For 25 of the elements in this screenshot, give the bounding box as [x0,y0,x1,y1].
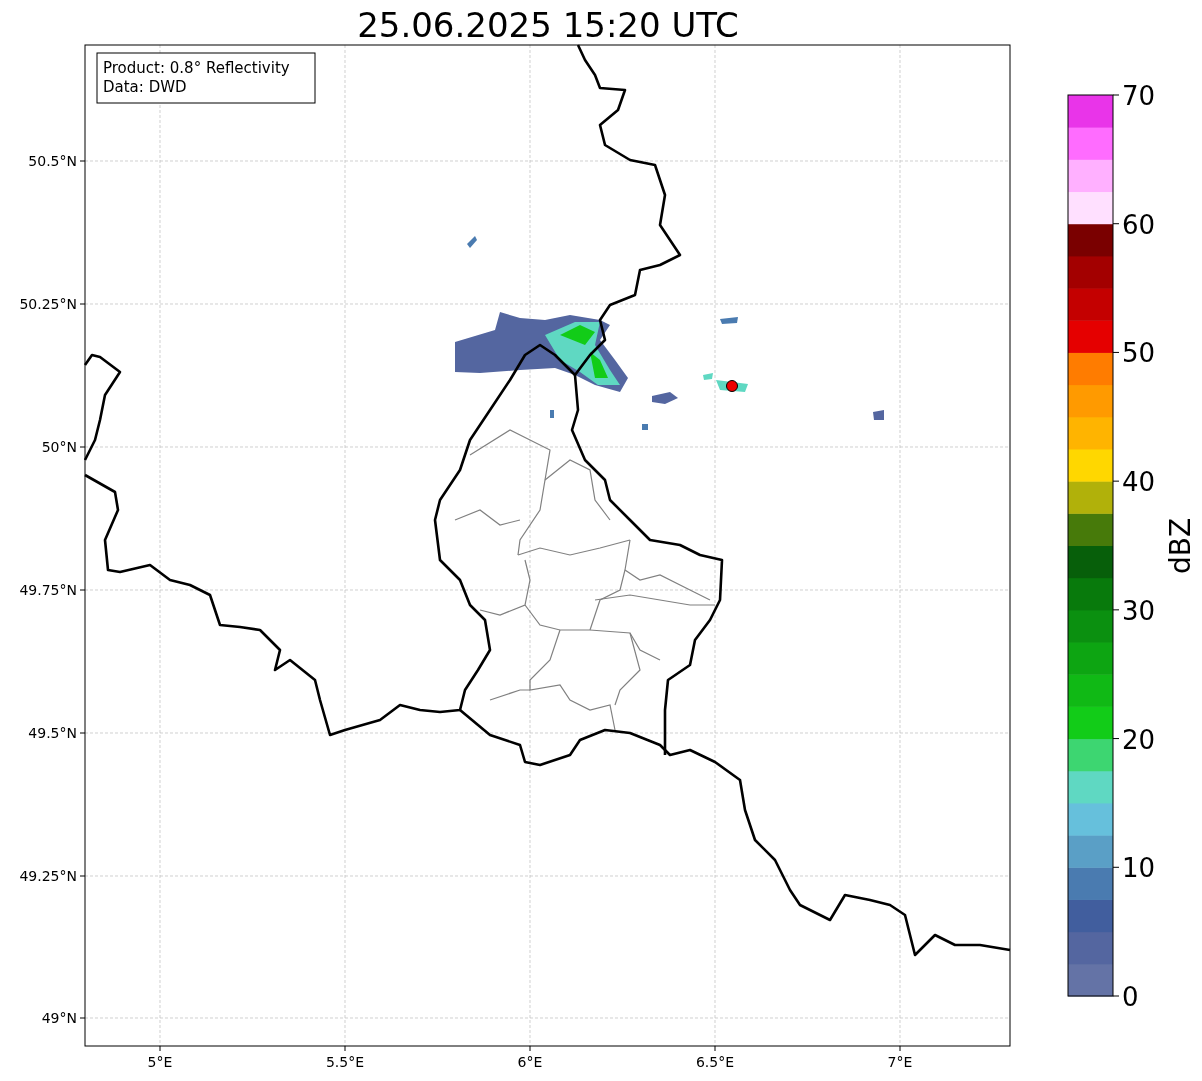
latitude-label: 50.25°N [19,296,77,312]
colorbar-tick-label: 0 [1122,982,1139,1012]
colorbar-tick-label: 30 [1122,595,1156,626]
latitude-label: 49.75°N [19,582,77,598]
colorbar-tick-label: 50 [1122,338,1156,369]
info-text: Data: DWD [103,78,187,96]
longitude-label: 6°E [517,1054,543,1070]
radar-site-marker [726,380,738,392]
info-text: Product: 0.8° Reflectivity [103,59,290,77]
longitude-label: 5°E [147,1054,173,1070]
latitude-label: 49°N [41,1010,77,1026]
latitude-label: 50.5°N [28,153,77,169]
colorbar-tick-label: 10 [1122,853,1156,884]
latitude-label: 49.5°N [28,725,77,741]
colorbar-tick-label: 20 [1122,724,1156,755]
colorbar-label: dBZ [1164,517,1197,575]
latitude-label: 50°N [41,439,77,455]
colorbar-tick-label: 70 [1122,81,1156,111]
longitude-label: 5.5°E [325,1054,365,1070]
colorbar-tick-label: 40 [1122,467,1156,498]
latitude-label: 49.25°N [19,868,77,884]
longitude-label: 7°E [887,1054,913,1070]
longitude-label: 6.5°E [695,1054,735,1070]
colorbar-tick-label: 60 [1122,209,1156,240]
chart-title: 25.06.2025 15:20 UTC [357,5,739,45]
